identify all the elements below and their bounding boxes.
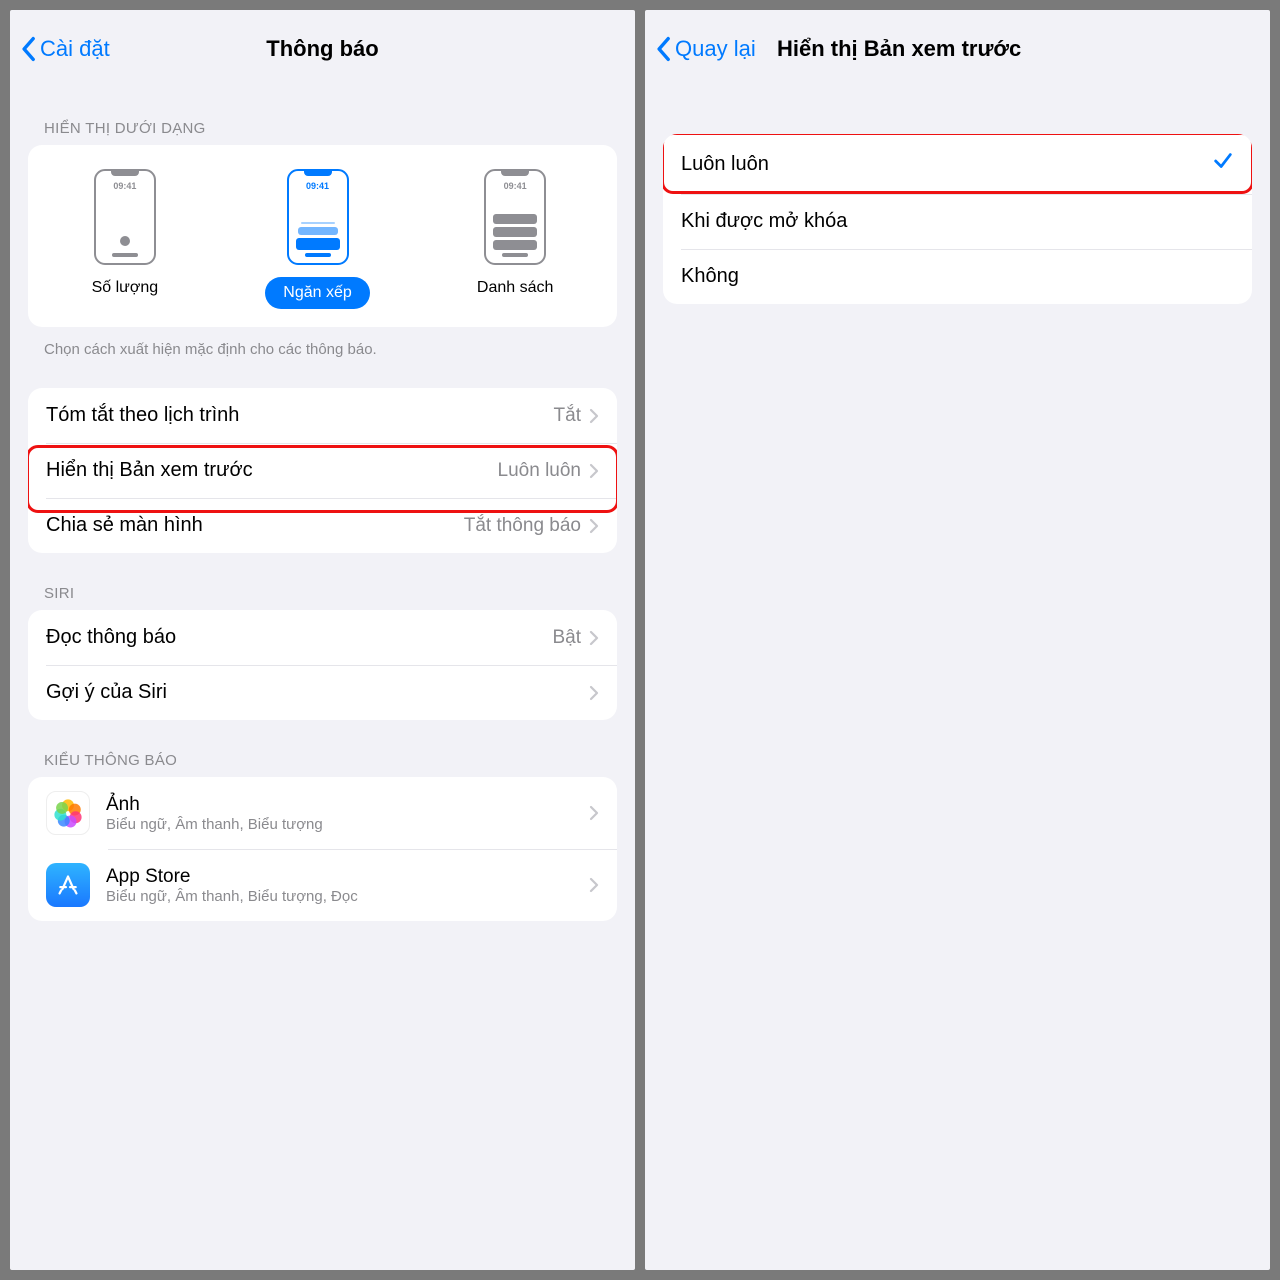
chevron-right-icon: [589, 877, 599, 893]
chevron-right-icon: [589, 630, 599, 646]
row-screen-sharing[interactable]: Chia sẻ màn hình Tắt thông báo: [28, 498, 617, 553]
row-show-previews[interactable]: Hiển thị Bản xem trước Luôn luôn: [28, 443, 617, 498]
phone-preview-count: 09:41: [94, 169, 156, 265]
back-label: Cài đặt: [40, 36, 110, 62]
chevron-left-icon: [20, 36, 36, 62]
row-siri-suggestions[interactable]: Gợi ý của Siri: [28, 665, 617, 720]
preview-options-group: Luôn luôn Khi được mở khóa Không: [663, 134, 1252, 304]
option-never[interactable]: Không: [663, 249, 1252, 304]
display-option-count[interactable]: 09:41 Số lượng: [92, 169, 159, 309]
display-option-list[interactable]: 09:41 Danh sách: [477, 169, 554, 309]
page-title: Thông báo: [266, 36, 378, 62]
app-row-photos[interactable]: Ảnh Biểu ngữ, Âm thanh, Biểu tượng: [28, 777, 617, 849]
back-button[interactable]: Cài đặt: [20, 36, 110, 62]
page-title: Hiển thị Bản xem trước: [777, 36, 1021, 62]
display-as-card: 09:41 Số lượng 09:41 Ngăn xếp 09:41: [28, 145, 617, 327]
option-when-unlocked[interactable]: Khi được mở khóa: [663, 194, 1252, 249]
stack-label: Ngăn xếp: [265, 277, 370, 309]
settings-group-1: Tóm tắt theo lịch trình Tắt Hiển thị Bản…: [28, 388, 617, 553]
display-option-stack[interactable]: 09:41 Ngăn xếp: [265, 169, 370, 309]
siri-group: Đọc thông báo Bật Gợi ý của Siri: [28, 610, 617, 720]
show-previews-screen: Quay lại Hiển thị Bản xem trước Luôn luô…: [645, 10, 1270, 1270]
option-always[interactable]: Luôn luôn: [663, 134, 1252, 194]
back-button[interactable]: Quay lại: [655, 36, 756, 62]
nav-bar: Quay lại Hiển thị Bản xem trước: [645, 10, 1270, 88]
notification-style-header: KIỂU THÔNG BÁO: [10, 720, 635, 777]
chevron-right-icon: [589, 805, 599, 821]
siri-header: SIRI: [10, 553, 635, 610]
photos-app-icon: [46, 791, 90, 835]
nav-bar: Cài đặt Thông báo: [10, 10, 635, 88]
apps-group: Ảnh Biểu ngữ, Âm thanh, Biểu tượng App S…: [28, 777, 617, 921]
phone-preview-stack: 09:41: [287, 169, 349, 265]
chevron-right-icon: [589, 463, 599, 479]
chevron-left-icon: [655, 36, 671, 62]
row-scheduled-summary[interactable]: Tóm tắt theo lịch trình Tắt: [28, 388, 617, 443]
count-label: Số lượng: [92, 279, 159, 297]
display-as-header: HIỂN THỊ DƯỚI DẠNG: [10, 88, 635, 145]
row-announce-notifications[interactable]: Đọc thông báo Bật: [28, 610, 617, 665]
chevron-right-icon: [589, 518, 599, 534]
display-footer: Chọn cách xuất hiện mặc định cho các thô…: [10, 327, 635, 358]
list-label: Danh sách: [477, 279, 554, 297]
app-row-appstore[interactable]: App Store Biểu ngữ, Âm thanh, Biểu tượng…: [28, 849, 617, 921]
chevron-right-icon: [589, 408, 599, 424]
notification-settings-screen: Cài đặt Thông báo HIỂN THỊ DƯỚI DẠNG 09:…: [10, 10, 635, 1270]
checkmark-icon: [1212, 150, 1234, 178]
chevron-right-icon: [589, 685, 599, 701]
appstore-app-icon: [46, 863, 90, 907]
back-label: Quay lại: [675, 36, 756, 62]
phone-preview-list: 09:41: [484, 169, 546, 265]
